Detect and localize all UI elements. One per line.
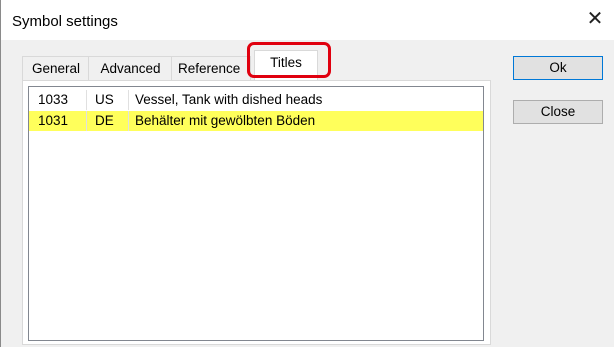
- close-button[interactable]: Close: [513, 100, 603, 124]
- tab-reference[interactable]: Reference: [171, 56, 251, 80]
- tab-titles[interactable]: Titles: [254, 50, 318, 82]
- window-title: Symbol settings: [12, 13, 118, 30]
- symbol-settings-dialog: Symbol settings ✕ General Advanced Refer…: [0, 0, 614, 347]
- table-row[interactable]: 1033 US Vessel, Tank with dished heads: [29, 90, 483, 110]
- ok-button[interactable]: Ok: [513, 56, 603, 80]
- row-title: Behälter mit gewölbten Böden: [135, 113, 316, 128]
- row-language: US: [95, 90, 129, 110]
- row-language: DE: [95, 111, 129, 131]
- titles-tab-panel: 1033 US Vessel, Tank with dished heads 1…: [22, 80, 491, 345]
- tab-general[interactable]: General: [22, 56, 90, 81]
- titles-list[interactable]: 1033 US Vessel, Tank with dished heads 1…: [28, 86, 484, 341]
- table-row-selected[interactable]: 1031 DE Behälter mit gewölbten Böden: [29, 111, 483, 131]
- row-title: Vessel, Tank with dished heads: [135, 92, 323, 107]
- title-bar[interactable]: Symbol settings ✕: [1, 0, 614, 40]
- row-id: 1031: [38, 111, 87, 131]
- row-id: 1033: [38, 90, 87, 110]
- close-icon[interactable]: ✕: [584, 8, 606, 30]
- tab-advanced[interactable]: Advanced: [88, 56, 173, 81]
